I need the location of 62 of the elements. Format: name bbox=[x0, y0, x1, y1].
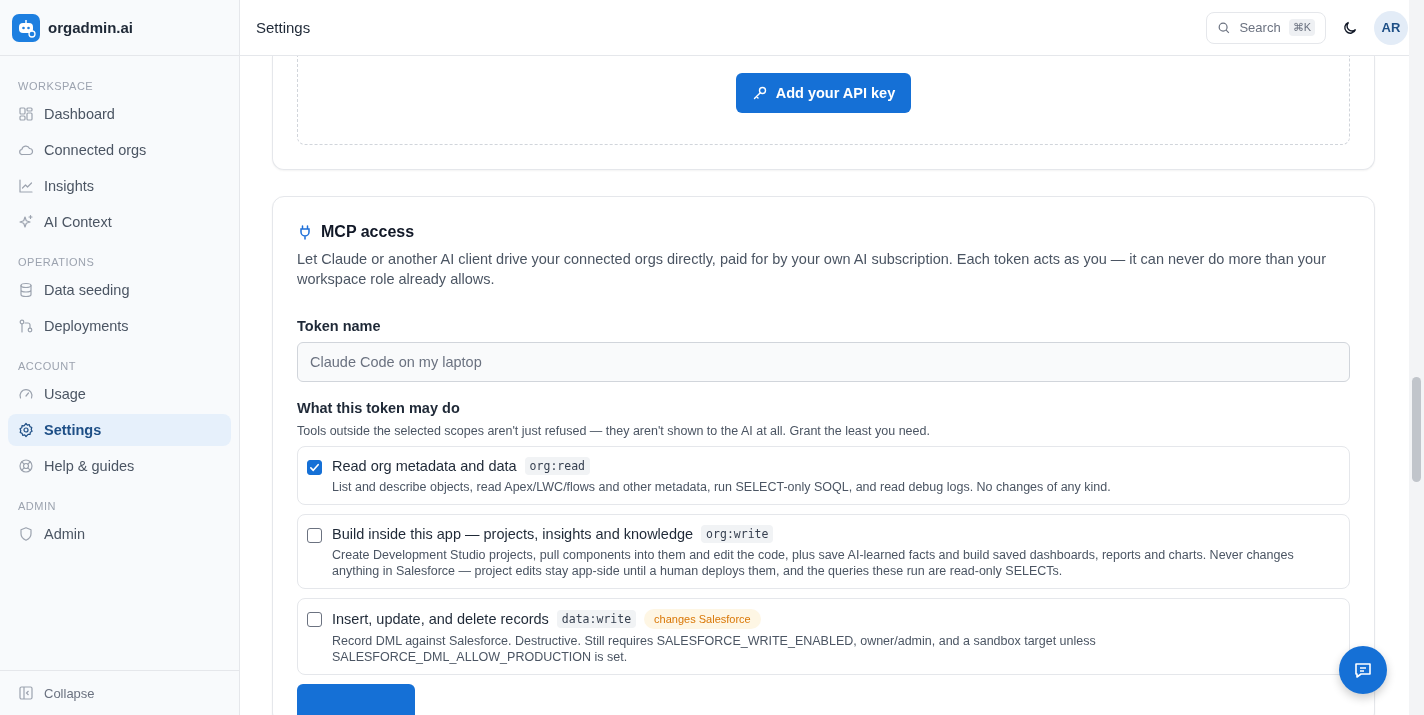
sidebar-item[interactable]: Insights bbox=[8, 170, 231, 202]
gauge-icon bbox=[18, 386, 34, 402]
scope-description: Record DML against Salesforce. Destructive. Still requires SALESFORCE_WRITE_ENABLED, owner/admin, and a sandbox target unless SALESFORCE_DML_ALLOW_PRODUCTION is set. bbox=[332, 633, 1097, 665]
section-description: Let Claude or another AI client drive your connected orgs directly, paid for by your own AI subscription. Each token acts as you — it can never do more than your workspace role already allows. bbox=[297, 250, 1327, 289]
search-placeholder: Search bbox=[1239, 20, 1281, 35]
sidebar-item[interactable]: Settings bbox=[8, 414, 231, 446]
section-heading: ADMIN bbox=[17, 499, 57, 514]
scope-title: Read org metadata and data bbox=[332, 458, 517, 474]
chat-icon bbox=[1353, 660, 1373, 680]
moon-icon bbox=[1342, 19, 1358, 36]
scope-code: org:read bbox=[524, 457, 590, 475]
chat-button[interactable] bbox=[1339, 646, 1387, 694]
page-title: Settings bbox=[256, 19, 311, 36]
sidebar-item[interactable]: AI Context bbox=[8, 206, 231, 238]
key-icon bbox=[751, 85, 768, 101]
plug-icon bbox=[297, 224, 313, 240]
scope-checkbox[interactable] bbox=[307, 528, 322, 543]
grid-icon bbox=[18, 106, 34, 122]
warning-tag: changes Salesforce bbox=[644, 609, 761, 629]
shortcut-key: ⌘K bbox=[1288, 19, 1315, 36]
scopes-heading: What this token may do bbox=[297, 400, 461, 416]
sidebar-item[interactable]: Help & guides bbox=[8, 450, 231, 482]
database-icon bbox=[18, 282, 34, 298]
chart-icon bbox=[18, 178, 34, 194]
section-title: MCP access bbox=[321, 223, 415, 241]
sidebar-item[interactable]: Deployments bbox=[8, 310, 231, 342]
scope-description: Create Development Studio projects, pull components into them and edit the code, plus save AI-learned facts and build saved dashboards, reports and charts. Never changes anything in Salesforce — project edits stay app-side until a human deploys them, and the queries these run are read-only SELECTs. bbox=[332, 547, 1295, 579]
sidebar-item[interactable]: Admin bbox=[8, 518, 231, 550]
scope-title: Build inside this app — projects, insights and knowledge bbox=[332, 526, 694, 542]
scopes-hint: Tools outside the selected scopes aren't just refused — they aren't shown to the AI at all. Grant the least you need. bbox=[297, 424, 931, 438]
collapse-button[interactable]: Collapse bbox=[0, 670, 239, 715]
scope-option[interactable] bbox=[297, 514, 1350, 589]
scope-option[interactable] bbox=[297, 598, 1350, 675]
shield-icon bbox=[18, 526, 34, 542]
gear-icon bbox=[18, 422, 34, 438]
cloud-icon bbox=[18, 142, 34, 158]
section-heading: OPERATIONS bbox=[17, 255, 96, 270]
add-api-key-button[interactable]: Add your API key bbox=[735, 73, 912, 113]
scope-checkbox[interactable] bbox=[307, 612, 322, 627]
section-heading: WORKSPACE bbox=[17, 79, 95, 94]
lifebuoy-icon bbox=[18, 458, 34, 474]
brand-name: orgadmin.ai bbox=[48, 19, 133, 36]
token-name-field[interactable]: Claude Code on my laptop bbox=[297, 342, 1350, 382]
scope-checkbox[interactable] bbox=[307, 460, 322, 475]
scope-description: List and describe objects, read Apex/LWC/flows and other metadata, run SELECT-only SOQL, and read debug logs. No changes of any kind. bbox=[332, 479, 1111, 495]
robot-logo-icon bbox=[12, 13, 40, 42]
sidebar-item[interactable]: Connected orgs bbox=[8, 134, 231, 166]
branch-icon bbox=[18, 318, 34, 334]
sparkle-icon bbox=[18, 214, 34, 230]
section-heading: ACCOUNT bbox=[17, 359, 77, 374]
user-avatar[interactable]: AR bbox=[1374, 10, 1408, 45]
sidebar-item[interactable]: Dashboard bbox=[8, 98, 231, 130]
scope-code: data:write bbox=[556, 610, 637, 628]
sidebar-item[interactable]: Data seeding bbox=[8, 274, 231, 306]
scope-code: org:write bbox=[701, 525, 774, 543]
search-button[interactable]: Search ⌘K bbox=[1206, 11, 1326, 44]
search-icon bbox=[1217, 20, 1232, 35]
scope-option[interactable]: Read org metadata and data org:read List and describe objects, read Apex/LWC/flows and other metadata, run SELECT-only SOQL, and read debug logs. No changes of any kind. bbox=[297, 446, 1350, 505]
sidebar-item[interactable]: Usage bbox=[8, 378, 231, 410]
scope-title: Insert, update, and delete records bbox=[332, 611, 549, 627]
sidebar-collapse-icon bbox=[18, 685, 34, 701]
field-label: Token name bbox=[297, 318, 382, 334]
